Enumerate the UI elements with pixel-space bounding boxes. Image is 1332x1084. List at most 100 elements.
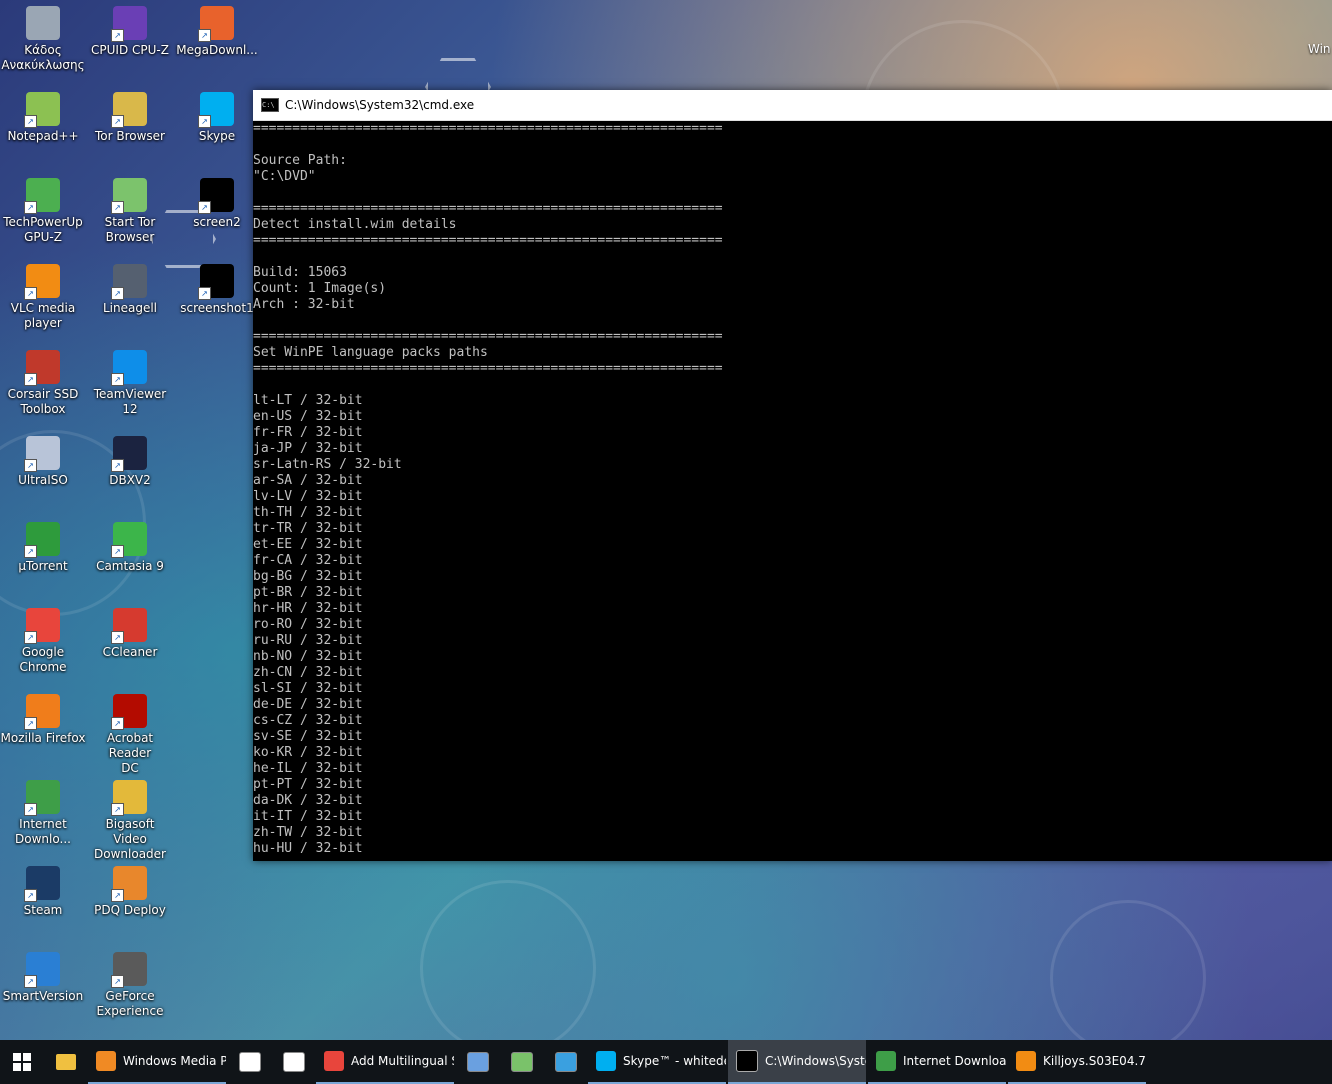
cmd-titlebar[interactable]: C:\ C:\Windows\System32\cmd.exe (253, 90, 1332, 121)
desktop-icon-utorrent[interactable]: ↗ µTorrent (0, 522, 86, 574)
console-line: Arch : 32-bit (253, 297, 355, 312)
desktop-icon-cpuz[interactable]: ↗ CPUID CPU-Z (87, 6, 173, 58)
skype-icon: ↗ (198, 92, 234, 128)
desktop-icon-label: PDQ Deploy (94, 903, 166, 917)
console-line: Build: 15063 (253, 265, 347, 280)
taskbar-pinned-package[interactable] (500, 1040, 544, 1084)
desktop-icon-chrome[interactable]: ↗ Google Chrome (0, 608, 86, 675)
desktop-icon-corsair[interactable]: ↗ Corsair SSD Toolbox (0, 350, 86, 417)
console-line: ru-RU / 32-bit (253, 633, 363, 648)
taskbar-app-label: Killjoys.S03E04.720... (1043, 1054, 1146, 1068)
desktop-icon-label: TechPowerUp GPU-Z (3, 215, 83, 244)
taskbar-app-skype[interactable]: Skype™ - whitedeat... (588, 1040, 726, 1084)
smartversion-icon: ↗ (24, 952, 60, 988)
console-line: pt-PT / 32-bit (253, 777, 363, 792)
desktop-icon-acrobat[interactable]: ↗ Acrobat Reader DC (87, 694, 173, 776)
desktop-icon-screenshot1[interactable]: ↗ screenshot1 (174, 264, 260, 316)
taskbar-app-idm[interactable]: Internet Download ... (868, 1040, 1006, 1084)
acrobat-icon: ↗ (111, 694, 147, 730)
mail-icon (283, 1052, 305, 1072)
vlc-icon (1016, 1051, 1036, 1071)
cmd-icon: C:\ (261, 98, 279, 112)
desktop-icon-label: Acrobat Reader DC (106, 731, 154, 775)
desktop-icon-screen2[interactable]: ↗ screen2 (174, 178, 260, 230)
desktop-icon-dbxv2[interactable]: ↗ DBXV2 (87, 436, 173, 488)
taskbar-app-windows-media-player[interactable]: Windows Media Pl... (88, 1040, 226, 1084)
console-line: da-DK / 32-bit (253, 793, 363, 808)
taskbar-app-cmd[interactable]: C:\Windows\Syste... (728, 1040, 866, 1084)
console-line: Source Path: (253, 153, 347, 168)
console-line: ========================================… (253, 329, 723, 344)
desktop-icon-smartversion[interactable]: ↗ SmartVersion (0, 952, 86, 1004)
console-line: nb-NO / 32-bit (253, 649, 363, 664)
console-line: zh-CN / 32-bit (253, 665, 363, 680)
desktop-icon-label: CCleaner (102, 645, 158, 659)
firefox-icon: ↗ (24, 694, 60, 730)
console-line: "C:\DVD" (253, 169, 316, 184)
desktop-icon-vlc[interactable]: ↗ VLC media player (0, 264, 86, 331)
steam-icon: ↗ (24, 866, 60, 902)
geforce-icon: ↗ (111, 952, 147, 988)
taskbar-pinned-search-globe[interactable] (456, 1040, 500, 1084)
desktop-icon-start-tor[interactable]: ↗ Start Tor Browser (87, 178, 173, 245)
desktop-icon-skype[interactable]: ↗ Skype (174, 92, 260, 144)
desktop-icon-steam[interactable]: ↗ Steam (0, 866, 86, 918)
desktop-icon-firefox[interactable]: ↗ Mozilla Firefox (0, 694, 86, 746)
shortcut-arrow-icon: ↗ (24, 889, 37, 902)
console-line: et-EE / 32-bit (253, 537, 363, 552)
desktop-icon-bigasoft[interactable]: ↗Bigasoft Video Downloader ... (87, 780, 173, 877)
desktop-icon-idm[interactable]: ↗ Internet Downlo... (0, 780, 86, 847)
desktop-icon-geforce[interactable]: ↗ GeForce Experience (87, 952, 173, 1019)
taskbar-app-vlc[interactable]: Killjoys.S03E04.720... (1008, 1040, 1146, 1084)
shortcut-arrow-icon: ↗ (24, 287, 37, 300)
wallpaper-skull-deco (1050, 900, 1206, 1056)
taskbar-app-label: C:\Windows\Syste... (765, 1054, 866, 1068)
console-line: th-TH / 32-bit (253, 505, 363, 520)
desktop-icon-label: Tor Browser (94, 129, 165, 143)
desktop-icon-notepadpp[interactable]: ↗ Notepad++ (0, 92, 86, 144)
gpuz-icon: ↗ (24, 178, 60, 214)
shortcut-arrow-icon: ↗ (24, 115, 37, 128)
taskbar-pinned-mail[interactable] (272, 1040, 316, 1084)
console-output[interactable]: ========================================… (253, 121, 1332, 861)
desktop-icon-tor[interactable]: ↗ Tor Browser (87, 92, 173, 144)
taskbar-pinned-buildings[interactable] (544, 1040, 588, 1084)
taskbar-file-explorer[interactable] (44, 1040, 88, 1084)
start-button[interactable] (0, 1040, 44, 1084)
cmd-window[interactable]: C:\ C:\Windows\System32\cmd.exe ========… (253, 90, 1332, 861)
console-line: fr-CA / 32-bit (253, 553, 363, 568)
taskbar-app-chrome[interactable]: Add Multilingual S... (316, 1040, 454, 1084)
shortcut-arrow-icon: ↗ (111, 889, 124, 902)
store-icon (239, 1052, 261, 1072)
package-icon (511, 1052, 533, 1072)
desktop-icon-recycle-bin[interactable]: Κάδος Ανακύκλωσης (0, 6, 86, 73)
console-line: ja-JP / 32-bit (253, 441, 363, 456)
desktop-icon-label: Google Chrome (19, 645, 67, 674)
skype-icon (596, 1051, 616, 1071)
console-line: cs-CZ / 32-bit (253, 713, 363, 728)
console-line: ========================================… (253, 361, 723, 376)
desktop-icon-lineage[interactable]: ↗ Lineagell (87, 264, 173, 316)
lineage-icon: ↗ (111, 264, 147, 300)
dbxv2-icon: ↗ (111, 436, 147, 472)
console-line: zh-TW / 32-bit (253, 825, 363, 840)
taskbar-app-label: Skype™ - whitedeat... (623, 1054, 726, 1068)
cmd-icon (736, 1050, 758, 1072)
shortcut-arrow-icon: ↗ (198, 29, 211, 42)
desktop-icon-teamviewer[interactable]: ↗ TeamViewer 12 (87, 350, 173, 417)
desktop-icon-camtasia[interactable]: ↗ Camtasia 9 (87, 522, 173, 574)
shortcut-arrow-icon: ↗ (24, 201, 37, 214)
desktop-icon-pdq[interactable]: ↗ PDQ Deploy (87, 866, 173, 918)
console-line: ========================================… (253, 233, 723, 248)
desktop-icon-label: Start Tor Browser (104, 215, 156, 244)
shortcut-arrow-icon: ↗ (198, 115, 211, 128)
desktop-icon-label: Κάδος Ανακύκλωσης (1, 43, 85, 72)
cpuz-icon: ↗ (111, 6, 147, 42)
taskbar-pinned-store[interactable] (228, 1040, 272, 1084)
desktop-icon-gpuz[interactable]: ↗ TechPowerUp GPU-Z (0, 178, 86, 245)
desktop-icon-ccleaner[interactable]: ↗ CCleaner (87, 608, 173, 660)
desktop-icon-ultraiso[interactable]: ↗ UltraISO (0, 436, 86, 488)
desktop-icon-mega[interactable]: ↗ MegaDownl... (174, 6, 260, 58)
